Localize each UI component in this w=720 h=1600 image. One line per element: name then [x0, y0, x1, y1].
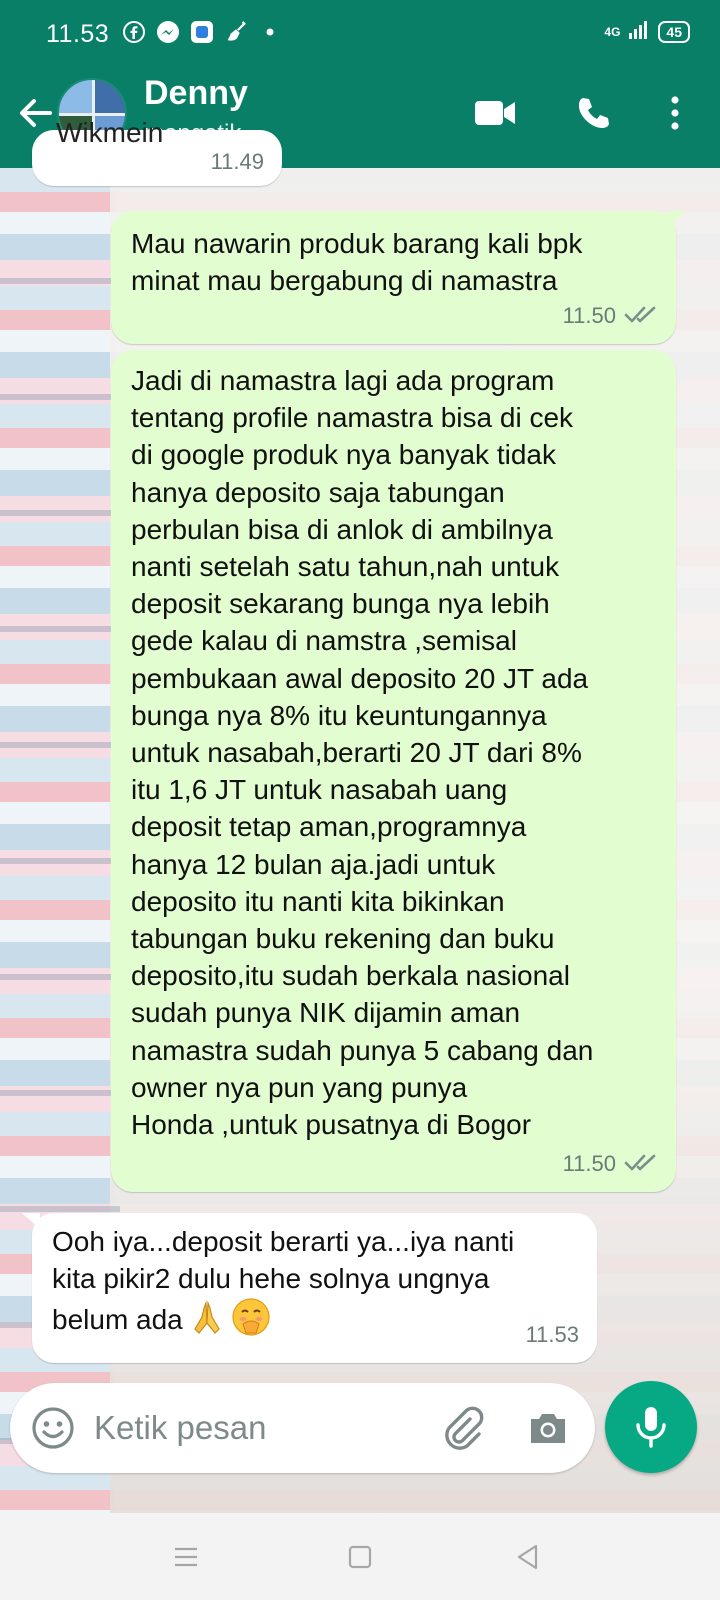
phone-icon: [578, 98, 609, 128]
smiley-icon: [32, 1407, 74, 1449]
message-composer: [10, 1383, 595, 1473]
hand-over-mouth-emoji-icon: [231, 1297, 271, 1337]
message-incoming[interactable]: Ooh iya...deposit berarti ya...iya nanti…: [22, 1213, 597, 1363]
message-meta: 11.50: [563, 297, 658, 334]
emoji-button[interactable]: [30, 1405, 76, 1451]
message-text: Jadi di namastra lagi ada program tentan…: [131, 365, 594, 1141]
camera-icon: [531, 1414, 565, 1443]
back-arrow-icon: [20, 99, 52, 127]
status-time: 11.53: [46, 20, 110, 48]
triangle-back-icon: [517, 1544, 538, 1570]
menu-lines-icon: [175, 1547, 197, 1567]
message-meta: 11.53: [526, 1316, 579, 1353]
message-time: 11.50: [562, 1150, 616, 1176]
more-vertical-icon: [671, 96, 679, 130]
message-input[interactable]: [94, 1403, 424, 1453]
camera-button[interactable]: [525, 1405, 571, 1451]
home-button[interactable]: [338, 1535, 382, 1579]
overflow-menu-button[interactable]: [650, 88, 700, 138]
signal-icon: [628, 20, 650, 43]
status-bar: 11.53 4G 45: [0, 0, 720, 70]
video-call-button[interactable]: [470, 88, 520, 138]
double-check-read-icon: [624, 307, 656, 323]
message-meta: 11.50: [563, 1145, 658, 1182]
app-icon: [190, 20, 214, 44]
microphone-icon: [636, 1407, 666, 1448]
contact-name[interactable]: Denny: [144, 74, 248, 113]
nav-back-button[interactable]: [506, 1535, 550, 1579]
system-navigation-bar: [0, 1513, 720, 1600]
message-time: 11.53: [525, 1321, 579, 1347]
recent-apps-button[interactable]: [164, 1535, 208, 1579]
messenger-icon: [156, 20, 180, 44]
video-camera-icon: [475, 101, 515, 125]
square-home-icon: [348, 1545, 372, 1569]
message-outgoing[interactable]: Mau nawarin produk barang kali bpk minat…: [111, 211, 686, 344]
message-text: Mau nawarin produk barang kali bpk minat…: [131, 228, 583, 297]
battery-indicator: 45: [658, 20, 690, 43]
folded-hands-emoji-icon: [187, 1298, 227, 1338]
message-incoming-partial[interactable]: Wikmein 11.49: [32, 117, 282, 186]
paperclip-icon: [445, 1406, 484, 1450]
network-type: 4G: [604, 24, 621, 39]
message-time: 11.49: [210, 148, 264, 174]
message-time: 11.50: [562, 302, 616, 328]
message-outgoing[interactable]: Jadi di namastra lagi ada program tentan…: [111, 350, 676, 1192]
message-meta: 11.49: [211, 143, 264, 180]
voice-record-button[interactable]: [605, 1381, 697, 1473]
notification-icons: [122, 20, 282, 44]
double-check-read-icon: [624, 1155, 656, 1171]
dot-icon: [258, 20, 282, 44]
message-text: Ooh iya...deposit berarti ya...iya nanti…: [52, 1226, 515, 1336]
message-text: Wikmein: [56, 117, 164, 148]
cleaner-icon: [224, 20, 248, 44]
voice-call-button[interactable]: [568, 88, 618, 138]
facebook-icon: [122, 20, 146, 44]
status-right: 4G 45: [604, 20, 690, 43]
attach-button[interactable]: [440, 1405, 486, 1451]
